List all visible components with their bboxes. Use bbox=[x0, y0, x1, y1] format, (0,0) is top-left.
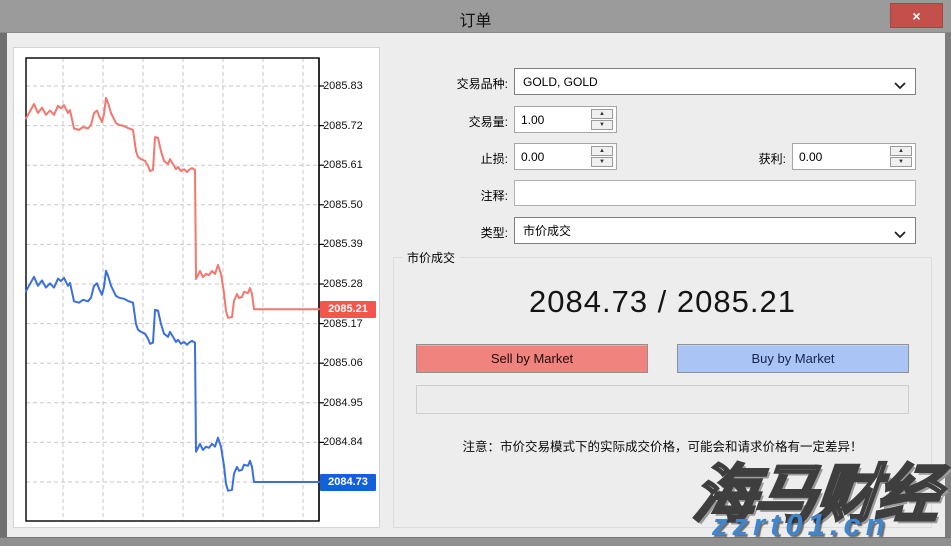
y-axis-label: 2085.61 bbox=[323, 158, 375, 172]
comment-input[interactable] bbox=[515, 181, 915, 205]
arrow-up-icon: ▲ bbox=[599, 148, 605, 154]
window-edge-left bbox=[0, 0, 7, 546]
take-profit-label: 获利: bbox=[726, 150, 786, 167]
y-axis-label: 2085.06 bbox=[323, 356, 375, 370]
group-title: 市价成交 bbox=[402, 249, 460, 266]
arrow-down-icon: ▼ bbox=[898, 159, 904, 165]
stop-loss-stepper: ▲ ▼ bbox=[514, 143, 617, 170]
tick-chart-panel: 2085.83 2085.72 2085.61 2085.50 2085.39 2085.… bbox=[13, 47, 380, 528]
ask-price-badge: 2085.21 bbox=[320, 301, 376, 318]
y-axis-label: 2084.84 bbox=[323, 435, 375, 449]
order-progress-box bbox=[416, 385, 909, 414]
y-axis-label: 2084.95 bbox=[323, 396, 375, 410]
chevron-down-icon bbox=[894, 228, 906, 242]
volume-input[interactable] bbox=[515, 107, 586, 132]
take-profit-stepper: ▲ ▼ bbox=[792, 143, 916, 170]
y-axis-label: 2085.39 bbox=[323, 237, 375, 251]
bid-price-badge: 2084.73 bbox=[320, 474, 376, 491]
arrow-up-icon: ▲ bbox=[898, 148, 904, 154]
y-axis-label: 2085.28 bbox=[323, 277, 375, 291]
arrow-up-icon: ▲ bbox=[599, 111, 605, 117]
type-label: 类型: bbox=[388, 224, 508, 241]
stop-loss-down-button[interactable]: ▼ bbox=[591, 157, 613, 167]
stop-loss-up-button[interactable]: ▲ bbox=[591, 146, 613, 156]
order-dialog: 订单 × 2085.83 2085.72 2085.61 2085.50 2085.39… bbox=[0, 0, 951, 546]
y-axis-label: 2085.50 bbox=[323, 198, 375, 212]
stop-loss-input[interactable] bbox=[515, 144, 586, 169]
dialog-title: 订单 bbox=[0, 7, 951, 31]
symbol-label: 交易品种: bbox=[388, 75, 508, 92]
arrow-down-icon: ▼ bbox=[599, 122, 605, 128]
comment-label: 注释: bbox=[388, 187, 508, 204]
volume-down-button[interactable]: ▼ bbox=[591, 120, 613, 130]
take-profit-input[interactable] bbox=[793, 144, 885, 169]
y-axis-label: 2085.17 bbox=[323, 317, 375, 331]
close-button[interactable]: × bbox=[890, 3, 943, 28]
take-profit-down-button[interactable]: ▼ bbox=[890, 157, 912, 167]
volume-stepper: ▲ ▼ bbox=[514, 106, 617, 133]
comment-field-wrap bbox=[514, 180, 916, 206]
window-edge-right bbox=[945, 0, 951, 546]
y-axis-label: 2085.72 bbox=[323, 119, 375, 133]
sell-by-market-button[interactable]: Sell by Market bbox=[416, 344, 648, 373]
symbol-select[interactable]: GOLD, GOLD bbox=[514, 68, 916, 95]
type-select[interactable]: 市价成交 bbox=[514, 217, 916, 244]
volume-label: 交易量: bbox=[388, 113, 508, 130]
arrow-down-icon: ▼ bbox=[599, 159, 605, 165]
stop-loss-label: 止损: bbox=[388, 150, 508, 167]
symbol-value: GOLD, GOLD bbox=[523, 75, 598, 89]
close-icon: × bbox=[912, 8, 920, 24]
buy-by-market-button[interactable]: Buy by Market bbox=[677, 344, 909, 373]
watermark-url: zzrt01.cn bbox=[712, 507, 890, 543]
volume-up-button[interactable]: ▲ bbox=[591, 109, 613, 119]
type-value: 市价成交 bbox=[523, 222, 571, 239]
bid-ask-price: 2084.73 / 2085.21 bbox=[394, 284, 931, 320]
chevron-down-icon bbox=[894, 79, 906, 93]
take-profit-up-button[interactable]: ▲ bbox=[890, 146, 912, 156]
y-axis-label: 2085.83 bbox=[323, 79, 375, 93]
titlebar: 订单 × bbox=[0, 0, 951, 33]
